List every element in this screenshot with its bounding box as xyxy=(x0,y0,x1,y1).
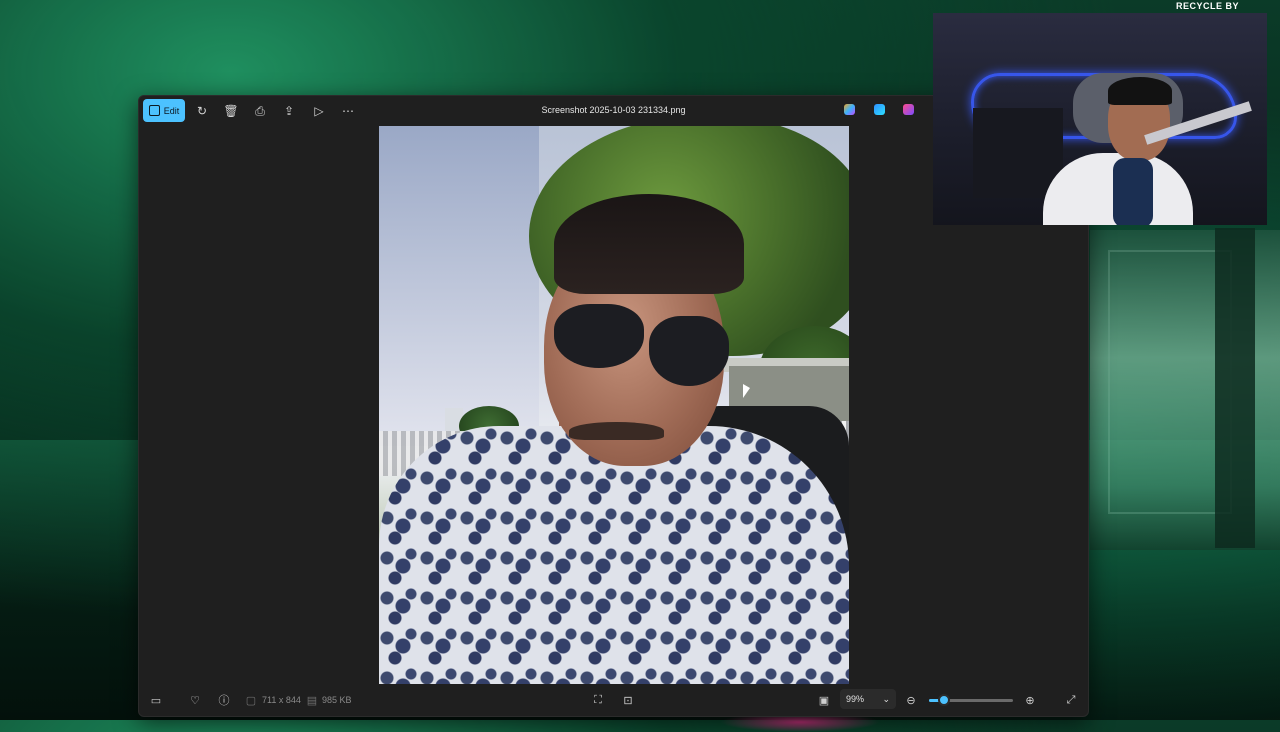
status-bar: ▭ ♡ ⓘ ▢ 711 x 844 ▤ 985 KB ⛶ ⊡ ▣ 99% ⌄ ⊖… xyxy=(139,684,1088,716)
favorite-icon[interactable]: ♡ xyxy=(187,692,203,708)
zoom-value: 99% xyxy=(846,694,865,704)
designer-icon[interactable] xyxy=(874,104,885,115)
zoom-dropdown[interactable]: 99% ⌄ xyxy=(840,689,896,709)
photo-hair xyxy=(554,194,744,294)
clipchamp-icon[interactable] xyxy=(903,104,914,115)
zoom-slider[interactable] xyxy=(929,694,1013,706)
webcam-overlay xyxy=(933,13,1267,225)
microphone xyxy=(1113,158,1153,225)
sunglasses-right-lens xyxy=(649,316,729,386)
filmstrip-icon[interactable]: ▭ xyxy=(148,692,164,708)
background-frame xyxy=(1215,228,1255,548)
file-size: 985 KB xyxy=(322,695,352,705)
fit-to-window-icon[interactable]: ⛶ xyxy=(590,692,606,708)
photo-mustache xyxy=(569,422,664,440)
zoom-slider-knob[interactable] xyxy=(938,694,951,706)
copilot-icon[interactable] xyxy=(844,104,855,115)
info-icon[interactable]: ⓘ xyxy=(216,692,232,708)
photo-canvas[interactable] xyxy=(379,126,849,684)
streamer-hair xyxy=(1108,77,1172,105)
fullscreen-icon[interactable]: ⤢ xyxy=(1063,692,1079,708)
mouse-cursor-icon xyxy=(743,384,750,398)
actual-size-icon[interactable]: ⊡ xyxy=(620,692,636,708)
screenshot-icon[interactable]: ▣ xyxy=(816,692,832,708)
photo-sky xyxy=(379,126,539,446)
zoom-in-icon[interactable]: ⊕ xyxy=(1022,692,1038,708)
image-dimensions: 711 x 844 xyxy=(262,695,301,705)
dimensions-icon: ▢ xyxy=(245,694,257,707)
file-size-icon: ▤ xyxy=(306,694,318,707)
sunglasses-left-lens xyxy=(554,304,644,368)
zoom-out-icon[interactable]: ⊖ xyxy=(903,692,919,708)
brand-watermark: RECYCLE BY xyxy=(1176,1,1240,11)
chevron-down-icon: ⌄ xyxy=(882,693,890,704)
